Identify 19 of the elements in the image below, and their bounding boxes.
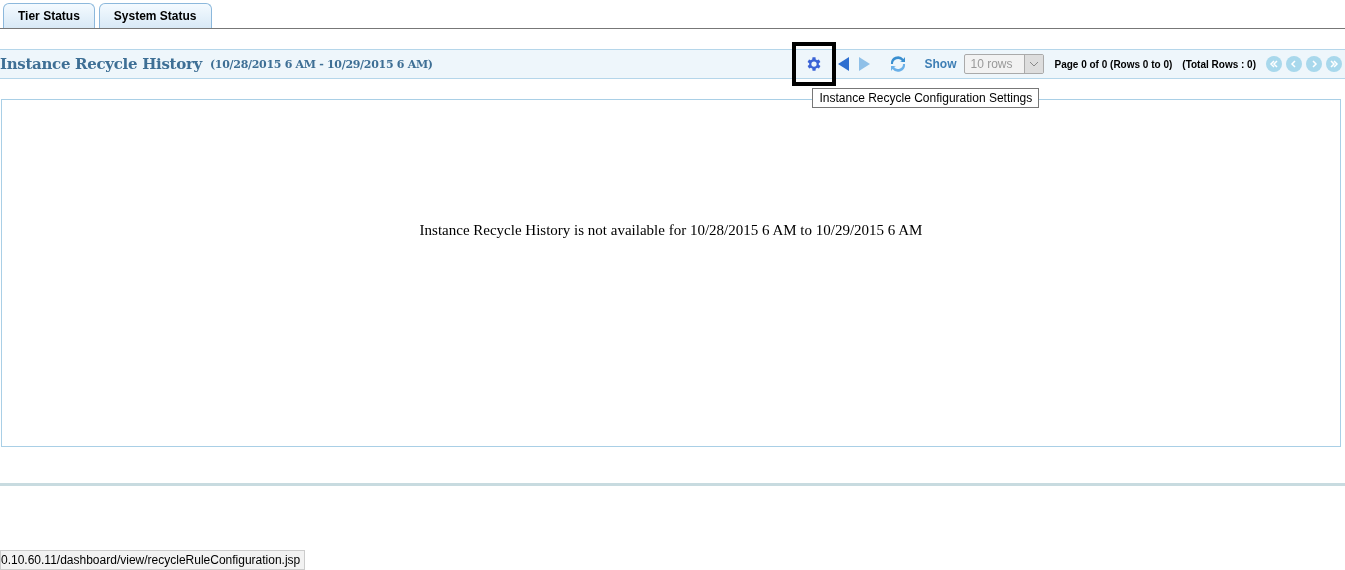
settings-button[interactable]	[792, 42, 837, 86]
tab[interactable]: System Status	[98, 3, 212, 28]
first-page-icon[interactable]	[1266, 56, 1282, 72]
refresh-icon[interactable]	[890, 56, 907, 72]
status-url: 0.10.60.11/dashboard/view/recycleRuleConfiguration.jsp	[0, 550, 306, 570]
tab[interactable]: Tier Status	[3, 3, 95, 28]
section-title: Instance Recycle History	[0, 55, 202, 73]
show-label: Show	[924, 57, 957, 71]
tooltip: Instance Recycle Configuration Settings	[812, 88, 1040, 108]
last-page-icon[interactable]	[1326, 56, 1342, 72]
next-page-icon[interactable]	[1306, 56, 1322, 72]
empty-message: Instance Recycle History is not available for 10/28/2015 6 AM to 10/29/2015 6 AM	[419, 222, 923, 240]
next-arrow-icon[interactable]	[858, 57, 871, 71]
total-rows: (Total Rows : 0)	[1182, 58, 1256, 70]
previous-page-icon[interactable]	[1286, 56, 1302, 72]
date-range: (10/28/2015 6 AM - 10/29/2015 6 AM)	[209, 57, 433, 71]
previous-arrow-icon[interactable]	[838, 57, 851, 71]
page-info: Page 0 of 0 (Rows 0 to 0)	[1054, 58, 1173, 70]
caret-icon	[1029, 61, 1040, 67]
